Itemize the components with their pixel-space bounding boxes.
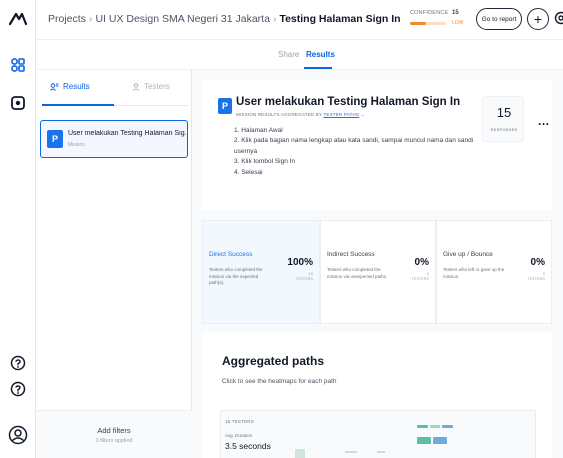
path-duration: 3.5 seconds bbox=[225, 441, 271, 451]
stat-description: Testers who left or gave up the mission. bbox=[443, 267, 505, 279]
settings-icon[interactable] bbox=[553, 10, 563, 26]
mission-header: P User melakukan Testing Halaman Sign In… bbox=[202, 80, 552, 210]
path-screen-marker bbox=[433, 437, 447, 444]
legend-swatch bbox=[429, 425, 441, 428]
mission-badge: P bbox=[47, 130, 63, 148]
responses-label: RESPONSES bbox=[490, 127, 518, 132]
breadcrumb-projects[interactable]: Projects bbox=[48, 13, 86, 25]
tab-results[interactable]: Results bbox=[306, 50, 335, 59]
confidence-label: CONFIDENCE bbox=[410, 10, 449, 16]
test-icon[interactable] bbox=[7, 92, 29, 114]
main-content: P User melakukan Testing Halaman Sign In… bbox=[192, 70, 563, 458]
confidence-bar bbox=[410, 22, 446, 25]
stat-testers-label: TESTERS bbox=[295, 277, 313, 281]
stat-percentage: 0% bbox=[414, 257, 429, 268]
path-connector bbox=[345, 451, 357, 453]
icon-rail bbox=[0, 0, 36, 458]
responses-count: 15 bbox=[496, 105, 512, 120]
user-icon[interactable] bbox=[7, 424, 29, 446]
confidence-bar-fill bbox=[410, 22, 427, 25]
mission-step: 1. Halaman Awal bbox=[234, 127, 283, 134]
stat-name: Indirect Success bbox=[327, 251, 375, 258]
top-bar: Projects › UI UX Design SMA Negeri 31 Jaka… bbox=[36, 0, 563, 40]
testers-tab-icon bbox=[132, 82, 140, 91]
stat-testers-label: TESTERS bbox=[527, 277, 545, 281]
confidence-value: 15 bbox=[452, 10, 459, 16]
legend-swatch bbox=[417, 425, 428, 428]
path-screen-thumbnail bbox=[295, 449, 305, 458]
left-panel: Results Testers P User melakukan Testing… bbox=[36, 70, 192, 458]
stat-percentage: 0% bbox=[530, 257, 545, 268]
mission-list-title: User melakukan Testing Halaman Sig... bbox=[68, 130, 186, 137]
more-options-button[interactable]: ... bbox=[538, 114, 550, 128]
aggregated-paths-heading: Aggregated paths bbox=[222, 354, 325, 368]
active-tab-underline bbox=[304, 67, 332, 69]
logo-icon[interactable] bbox=[7, 8, 29, 30]
mission-steps: 1. Halaman Awal 2. Klik pada bagian nama… bbox=[234, 126, 484, 178]
confidence-level-text: LOW bbox=[452, 20, 464, 26]
tester-paths-link[interactable]: TESTER PATHS bbox=[323, 112, 359, 117]
path-testers-count: 15 TESTERS bbox=[225, 419, 254, 424]
add-filters-button[interactable]: Add filters bbox=[36, 426, 192, 435]
mission-title: User melakukan Testing Halaman Sign In bbox=[236, 96, 461, 108]
results-tab-icon bbox=[50, 82, 59, 91]
go-to-report-button[interactable]: Go to report bbox=[476, 8, 522, 30]
stat-testers-label: TESTERS bbox=[411, 277, 429, 281]
mission-step: usernya bbox=[234, 147, 258, 155]
view-tabs: Share Results bbox=[36, 40, 563, 70]
stat-percentage: 100% bbox=[287, 257, 313, 268]
filters-section[interactable]: Add filters 0 filters applied bbox=[36, 410, 192, 458]
mission-meta: MISSION RESULTS AGGREGATED BY TESTER PAT… bbox=[236, 112, 365, 117]
tab-panel-testers-label: Testers bbox=[144, 82, 170, 91]
stat-name: Give up / Bounce bbox=[443, 251, 493, 258]
tab-panel-results[interactable]: Results bbox=[50, 82, 90, 91]
breadcrumb-current: Testing Halaman Sign In bbox=[279, 13, 401, 25]
mission-stats: Direct Success Testers who completed the… bbox=[202, 220, 552, 324]
mission-list-item[interactable]: P User melakukan Testing Halaman Sig... … bbox=[40, 120, 188, 158]
breadcrumb-separator: › bbox=[272, 13, 277, 25]
path-avg-duration-label: Avg. Duration bbox=[225, 433, 253, 438]
stat-count: 0 bbox=[426, 271, 429, 276]
mission-list-subtitle: Mission bbox=[68, 142, 85, 148]
responses-box: 15 RESPONSES bbox=[482, 96, 524, 142]
breadcrumb-separator: › bbox=[88, 13, 93, 25]
legend-swatch bbox=[442, 425, 454, 428]
breadcrumb-project[interactable]: UI UX Design SMA Negeri 31 Jakarta bbox=[95, 13, 270, 25]
stat-name: Direct Success bbox=[209, 251, 253, 258]
stat-count: 15 bbox=[308, 271, 313, 276]
stat-count: 0 bbox=[542, 271, 545, 276]
stat-description: Testers who completed the mission via un… bbox=[327, 267, 388, 279]
tab-share[interactable]: Share bbox=[278, 50, 299, 59]
aggregated-paths-section: Aggregated paths Click to see the heatma… bbox=[202, 332, 552, 458]
stat-give-up[interactable]: Give up / Bounce Testers who left or gav… bbox=[436, 220, 552, 324]
path-card[interactable]: 15 TESTERS Avg. Duration 3.5 seconds bbox=[220, 410, 536, 458]
path-connector bbox=[377, 451, 385, 453]
mission-meta-prefix: MISSION RESULTS AGGREGATED BY bbox=[236, 112, 323, 117]
mission-step: 4. Selesai bbox=[234, 168, 263, 176]
info-icon[interactable] bbox=[7, 378, 29, 400]
grid-icon[interactable] bbox=[7, 54, 29, 76]
panel-active-tab-underline bbox=[42, 104, 114, 106]
path-legend bbox=[417, 425, 454, 430]
tab-panel-results-label: Results bbox=[63, 82, 90, 91]
stat-description: Testers who completed the mission via th… bbox=[209, 267, 263, 285]
mission-step: 2. Klik pada bagian nama lengkap atau ka… bbox=[234, 137, 474, 145]
tab-panel-testers[interactable]: Testers bbox=[132, 82, 170, 91]
mission-step: 3. Klik tombol Sign In bbox=[234, 158, 296, 166]
confidence-indicator: CONFIDENCE 15 LOW bbox=[410, 10, 472, 34]
help-icon[interactable] bbox=[7, 352, 29, 374]
filters-applied-text: 0 filters applied bbox=[95, 438, 133, 444]
stat-indirect-success[interactable]: Indirect Success Testers who completed t… bbox=[320, 220, 436, 324]
aggregated-paths-prompt: Click to see the heatmaps for each path bbox=[222, 378, 337, 385]
breadcrumb: Projects › UI UX Design SMA Negeri 31 Jaka… bbox=[48, 13, 401, 25]
add-button[interactable]: + bbox=[527, 8, 549, 30]
stat-direct-success[interactable]: Direct Success Testers who completed the… bbox=[202, 220, 320, 324]
mission-header-badge: P bbox=[218, 98, 232, 114]
path-success-marker bbox=[417, 437, 431, 444]
